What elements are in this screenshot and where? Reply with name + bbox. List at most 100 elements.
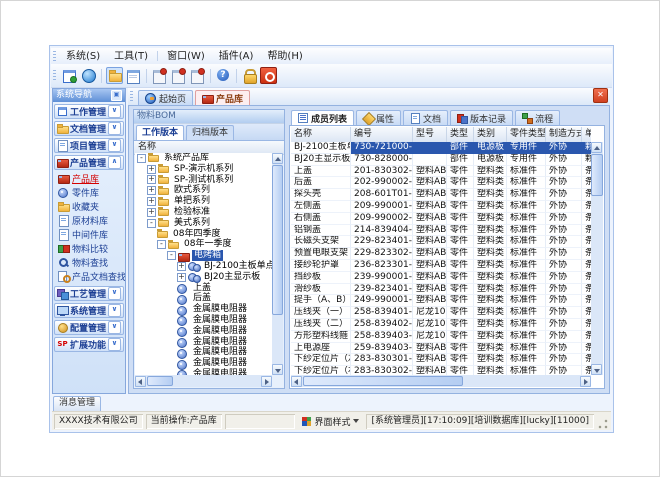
table-row[interactable]: 上盖201-830302-00I塑料ABS零件塑料类标准件外协条 — [291, 166, 591, 178]
toolbar-grip[interactable] — [53, 70, 56, 81]
tab-documents[interactable]: 文档 — [403, 110, 448, 125]
tree-node[interactable]: +检验标准 — [135, 207, 272, 218]
sidebar-group-product-mgmt[interactable]: 产品管理∧ — [54, 155, 124, 170]
menu-item-2[interactable]: 窗口(W) — [160, 49, 212, 64]
sidebar-item-material-search[interactable]: 物料查找 — [53, 255, 125, 269]
table-row[interactable]: 方形塑料线箍258-839403-00I尼龙1010零件塑料类标准件外协条 — [291, 331, 591, 343]
tree-node[interactable]: 金属膜电阻器 — [135, 347, 272, 358]
table-row[interactable]: BJ20主显示板730-828000-04I部件电源板专用件外协颗 — [291, 154, 591, 166]
expand-icon[interactable]: + — [147, 186, 156, 195]
tab-bom-version-0[interactable]: 工作版本 — [136, 125, 184, 140]
expand-icon[interactable]: + — [147, 208, 156, 217]
tab-properties[interactable]: 属性 — [356, 110, 401, 125]
tree-node[interactable]: -电烤箱 — [135, 250, 272, 261]
pin-icon[interactable]: ▣ — [111, 90, 122, 101]
menu-grip[interactable] — [53, 51, 56, 62]
collapse-icon[interactable]: - — [157, 240, 166, 249]
column-header-2[interactable]: 编号 — [351, 127, 413, 142]
column-header-6[interactable]: 零件类型 — [507, 127, 546, 142]
scroll-up-button[interactable] — [272, 153, 283, 164]
scroll-down-button[interactable] — [272, 364, 283, 375]
chevron-down-icon[interactable]: ∨ — [108, 338, 121, 351]
scroll-thumb[interactable] — [303, 376, 463, 386]
tabstrip-grip[interactable] — [130, 91, 133, 102]
sidebar-item-product-doc-search[interactable]: 产品文档查找 — [53, 269, 125, 283]
table-row[interactable]: 探头壳208-601T01-01I塑料ABS零件塑料类标准件外协条 — [291, 189, 591, 201]
app-window-icon[interactable] — [61, 67, 78, 84]
tree-node[interactable]: 上盖 — [135, 283, 272, 294]
tree-node[interactable]: 金属膜电阻器 — [135, 337, 272, 348]
expand-icon[interactable]: + — [147, 165, 156, 174]
column-header-4[interactable]: 类型 — [447, 127, 474, 142]
sidebar-group-work-mgmt[interactable]: 工作管理∨ — [54, 104, 124, 119]
report-design-icon[interactable] — [170, 67, 187, 84]
globe-icon[interactable] — [80, 67, 97, 84]
scroll-thumb[interactable] — [591, 154, 603, 196]
scroll-thumb[interactable] — [272, 165, 283, 315]
sidebar-group-project-mgmt[interactable]: 项目管理∨ — [54, 138, 124, 153]
collapse-icon[interactable]: - — [147, 219, 156, 228]
table-row[interactable]: 滑纱板239-823401-00I塑料ABS零件塑料类标准件外协条 — [291, 284, 591, 296]
chevron-down-icon[interactable]: ∨ — [108, 122, 121, 135]
report-manage-icon[interactable] — [189, 67, 206, 84]
table-row[interactable]: BJ-2100主板单点730-721000-12I部件电源板专用件外协颗 — [291, 142, 591, 154]
table-vertical-scrollbar[interactable] — [591, 142, 603, 375]
chevron-down-icon[interactable]: ∨ — [108, 321, 121, 334]
tree-node[interactable]: 金属膜电阻器 — [135, 315, 272, 326]
collapse-icon[interactable]: - — [167, 251, 176, 260]
table-horizontal-scrollbar[interactable] — [291, 375, 591, 387]
tab-start-page[interactable]: 起始页 — [138, 90, 193, 105]
resize-grip[interactable] — [597, 418, 609, 430]
table-row[interactable]: 接纱轮护罩236-823301-00I塑料ABS零件塑料类标准件外协条 — [291, 260, 591, 272]
table-row[interactable]: 压线夹（二）258-839402-00I尼龙1010零件塑料类标准件外协条 — [291, 319, 591, 331]
help-icon[interactable] — [215, 67, 232, 84]
tab-bom-version-1[interactable]: 归档版本 — [186, 125, 234, 140]
menu-item-1[interactable]: 工具(T) — [107, 49, 155, 64]
tree-node[interactable]: 金属膜电阻器 — [135, 304, 272, 315]
report-grid-icon[interactable] — [125, 67, 142, 84]
sidebar-group-system-mgmt[interactable]: 系统管理∨ — [54, 303, 124, 318]
chevron-down-icon[interactable]: ∨ — [108, 105, 121, 118]
tree-node[interactable]: 08年四季度 — [135, 229, 272, 240]
table-row[interactable]: 下纱定位片（右）283-830302-00I塑料ABS零件塑料类标准件外协条 — [291, 366, 591, 375]
menu-item-3[interactable]: 插件(A) — [212, 49, 261, 64]
sidebar-item-middleware-library[interactable]: 中间件库 — [53, 227, 125, 241]
table-row[interactable]: 下纱定位片（左）283-830301-00I塑料ABS零件塑料类标准件外协条 — [291, 354, 591, 366]
tree-node[interactable]: -系统产品库 — [135, 153, 272, 164]
sidebar-item-material-compare[interactable]: 物料比较 — [53, 241, 125, 255]
tree-node[interactable]: +BJ-2100主板单点 — [135, 261, 272, 272]
expand-icon[interactable]: + — [177, 262, 186, 271]
tree-horizontal-scrollbar[interactable] — [135, 375, 272, 387]
table-row[interactable]: 预置电眼支架229-823302-00I塑料ABS零件塑料类标准件外协条 — [291, 248, 591, 260]
column-header-7[interactable]: 制造方式 — [546, 127, 582, 142]
new-report-icon[interactable] — [151, 67, 168, 84]
table-row[interactable]: 右侧盖209-990002-01I塑料ABS零件塑料类标准件外协条 — [291, 213, 591, 225]
scroll-left-button[interactable] — [291, 376, 302, 387]
expand-icon[interactable]: + — [177, 273, 186, 282]
tree-node[interactable]: 金属膜电阻器 — [135, 358, 272, 369]
expand-icon[interactable]: + — [147, 175, 156, 184]
tree-node[interactable]: -美式系列 — [135, 218, 272, 229]
tab-message-management[interactable]: 消息管理 — [53, 396, 101, 411]
tab-workflow[interactable]: 流程 — [515, 110, 560, 125]
tree-node[interactable]: +SP-演示机系列 — [135, 164, 272, 175]
tree-node[interactable]: +BJ20主显示板 — [135, 272, 272, 283]
tree-node[interactable]: +欧式系列 — [135, 185, 272, 196]
table-row[interactable]: 铝钢盖214-839404-01I塑料ABS零件塑料类标准件外协条 — [291, 225, 591, 237]
column-header-1[interactable]: 名称 — [291, 127, 351, 142]
column-header-3[interactable]: 型号 — [413, 127, 447, 142]
scroll-left-button[interactable] — [135, 376, 146, 387]
scroll-thumb[interactable] — [147, 376, 173, 386]
ui-style-button[interactable]: 界面样式 — [298, 414, 363, 429]
lock-icon[interactable] — [241, 67, 258, 84]
table-row[interactable]: 提手（A、B）249-990001-01I塑料ABS零件塑料类标准件外协条 — [291, 295, 591, 307]
open-folder-icon[interactable] — [106, 67, 123, 84]
tab-member-list[interactable]: 成员列表 — [291, 110, 354, 125]
chevron-down-icon[interactable]: ∨ — [108, 304, 121, 317]
table-row[interactable]: 左侧盖209-990001-01I塑料ABS零件塑料类标准件外协条 — [291, 201, 591, 213]
table-row[interactable]: 长磁头支架229-823401-00I塑料ABS零件塑料类标准件外协条 — [291, 236, 591, 248]
tab-product-library[interactable]: 产品库 — [195, 90, 250, 105]
scroll-right-button[interactable] — [261, 376, 272, 387]
expand-icon[interactable]: + — [147, 197, 156, 206]
menu-item-4[interactable]: 帮助(H) — [260, 49, 309, 64]
